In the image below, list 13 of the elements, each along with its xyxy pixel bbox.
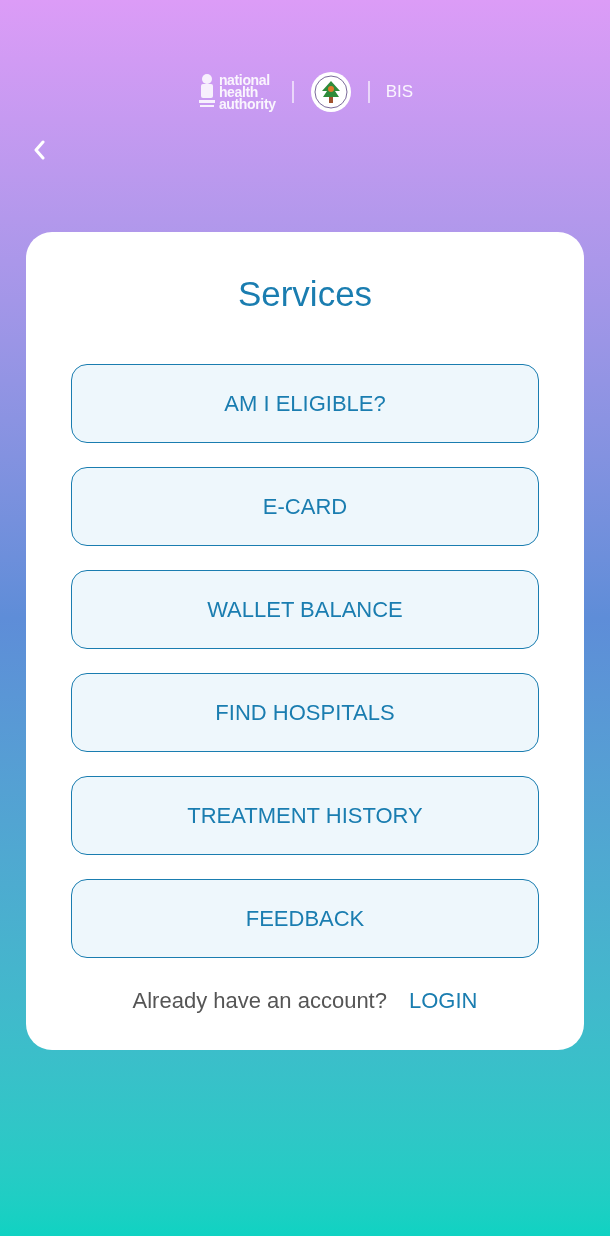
back-icon	[33, 140, 45, 160]
round-logo-icon	[309, 71, 352, 113]
logo-text: national health authority	[218, 74, 276, 110]
service-button[interactable]: FIND HOSPITALS	[71, 673, 539, 752]
service-button[interactable]: FEEDBACK	[71, 879, 539, 958]
service-button[interactable]: TREATMENT HISTORY	[71, 776, 539, 855]
service-button[interactable]: WALLET BALANCE	[71, 570, 539, 649]
footer-text: Already have an account?	[132, 987, 387, 1015]
service-button[interactable]: AM I ELIGIBLE?	[71, 364, 539, 443]
card-title: Services	[237, 273, 373, 315]
service-button[interactable]: E-CARD	[71, 467, 539, 546]
login-link[interactable]: LOGIN	[408, 984, 478, 1017]
header-label: BIS	[385, 81, 414, 104]
